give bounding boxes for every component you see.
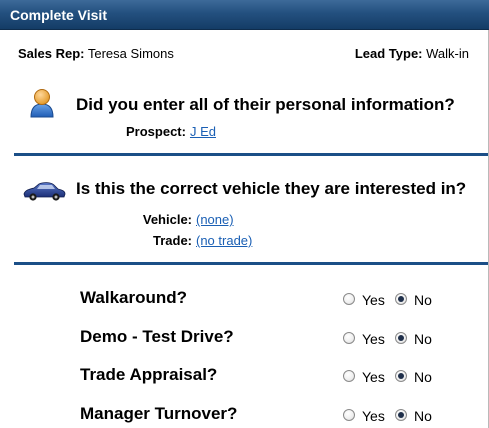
lead-type-value: Walk-in <box>426 46 469 61</box>
section-divider <box>14 262 488 265</box>
vehicle-label: Vehicle: <box>142 212 192 227</box>
checklist-row-demo-test-drive: Demo - Test Drive? Yes No <box>0 325 489 351</box>
sales-rep-info: Sales Rep: Teresa Simons <box>18 46 174 61</box>
sales-rep-label: Sales Rep: <box>18 46 85 61</box>
trade-appraisal-yes-radio[interactable] <box>343 370 355 382</box>
trade-link[interactable]: (no trade) <box>196 233 252 248</box>
trade-appraisal-no-radio[interactable] <box>395 370 407 382</box>
checklist-question: Walkaround? <box>80 288 188 307</box>
walkaround-yes-radio[interactable] <box>343 293 355 305</box>
trade-row: Trade: (no trade) <box>138 233 252 248</box>
vehicle-row: Vehicle: (none) <box>138 212 234 227</box>
no-option-label: No <box>414 369 432 385</box>
vehicle-question: Is this the correct vehicle they are int… <box>76 179 467 198</box>
manager-turnover-yes-radio[interactable] <box>343 409 355 421</box>
yes-option-label: Yes <box>362 408 385 424</box>
window-title: Complete Visit <box>10 7 107 23</box>
lead-type-info: Lead Type: Walk-in <box>355 46 469 61</box>
vehicle-link[interactable]: (none) <box>196 212 234 227</box>
no-option-label: No <box>414 331 432 347</box>
section-divider <box>14 153 488 156</box>
checklist-row-walkaround: Walkaround? Yes No <box>0 286 489 312</box>
lead-type-label: Lead Type: <box>354 46 423 61</box>
yes-option-label: Yes <box>362 331 385 347</box>
person-icon <box>30 89 54 118</box>
checklist-question: Manager Turnover? <box>80 404 238 423</box>
manager-turnover-no-radio[interactable] <box>395 409 407 421</box>
checklist-question: Trade Appraisal? <box>80 365 218 384</box>
yes-option-label: Yes <box>362 292 385 308</box>
demo-test-drive-no-radio[interactable] <box>395 332 407 344</box>
prospect-label: Prospect: <box>126 124 186 139</box>
trade-label: Trade: <box>152 233 192 248</box>
personal-info-question: Did you enter all of their personal info… <box>76 95 455 114</box>
yes-option-label: Yes <box>362 369 385 385</box>
checklist-question: Demo - Test Drive? <box>80 327 234 346</box>
no-option-label: No <box>414 408 432 424</box>
prospect-row: Prospect: J Ed <box>126 124 216 139</box>
checklist-row-manager-turnover: Manager Turnover? Yes No <box>0 402 489 428</box>
walkaround-no-radio[interactable] <box>395 293 407 305</box>
no-option-label: No <box>414 292 432 308</box>
demo-test-drive-yes-radio[interactable] <box>343 332 355 344</box>
sales-rep-value: Teresa Simons <box>87 46 174 61</box>
window-titlebar: Complete Visit <box>0 0 489 30</box>
car-icon <box>23 182 66 201</box>
checklist-row-trade-appraisal: Trade Appraisal? Yes No <box>0 363 489 389</box>
prospect-link[interactable]: J Ed <box>190 124 216 139</box>
